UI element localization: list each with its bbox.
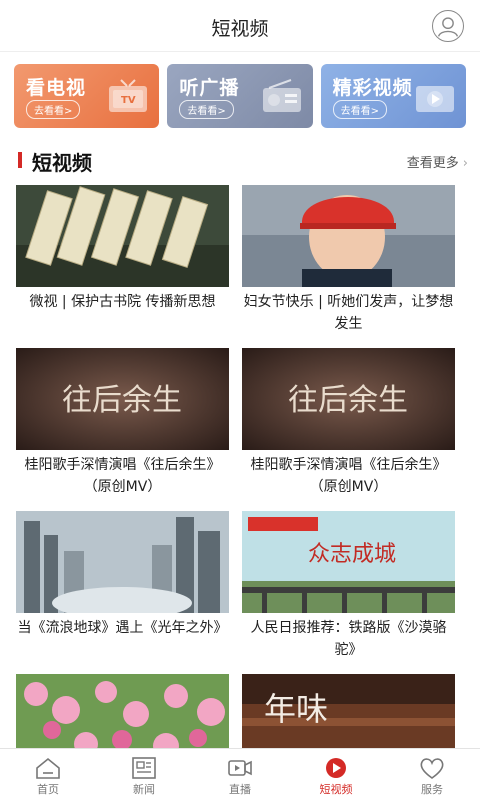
tab-label: 服务 [421, 783, 443, 796]
video-title: 当《流浪地球》遇上《光年之外》 [17, 620, 228, 636]
tab-label: 直播 [229, 783, 251, 796]
card-title: 听广播 [179, 77, 240, 99]
tab-news[interactable]: 新闻 [96, 749, 192, 800]
watch-tv-card[interactable]: 看电视 去看看> TV [14, 64, 160, 128]
short-video-icon [326, 758, 346, 778]
section-accent-bar [18, 152, 22, 168]
tab-short-video[interactable]: 短视频 [288, 749, 384, 800]
card-link[interactable]: 去看看> [26, 100, 81, 119]
thumbnail-text: 众志成城 [308, 542, 396, 567]
video-title: 微视 | 保护古书院 传播新思想 [29, 294, 216, 310]
radio-icon [262, 79, 301, 112]
video-item[interactable]: 往后余生 桂阳歌手深情演唱《往后余生》（原创MV） [242, 348, 455, 498]
video-title: 桂阳歌手深情演唱《往后余生》（原创MV） [250, 457, 447, 495]
top-bar: 短视频 [0, 0, 480, 52]
video-thumbnail: 往后余生 [242, 348, 455, 450]
card-title: 精彩视频 [332, 77, 413, 99]
video-item[interactable]: 妇女节快乐 | 听她们发声，让梦想发生 [242, 185, 455, 335]
tab-label: 新闻 [133, 783, 155, 796]
live-icon [228, 760, 252, 776]
featured-video-card[interactable]: 精彩视频 去看看> [320, 64, 466, 128]
card-link[interactable]: 去看看> [332, 100, 388, 119]
chevron-right-icon: › [462, 156, 468, 171]
page-title: 短视频 [211, 18, 269, 40]
video-item[interactable]: 当《流浪地球》遇上《光年之外》 [16, 511, 229, 639]
tab-label: 短视频 [319, 783, 353, 796]
section-title: 短视频 [32, 151, 92, 175]
user-avatar-icon[interactable] [432, 10, 464, 42]
video-thumbnail: 往后余生 [16, 348, 229, 450]
see-more-label: 查看更多 [406, 156, 459, 171]
tab-home[interactable]: 首页 [0, 749, 96, 800]
thumbnail-text: 年味 [264, 690, 328, 728]
heart-icon [420, 758, 444, 779]
home-icon [36, 757, 60, 779]
video-thumbnail [242, 185, 455, 287]
card-link[interactable]: 去看看> [179, 100, 234, 119]
video-title: 桂阳歌手深情演唱《往后余生》（原创MV） [24, 457, 221, 495]
tab-live[interactable]: 直播 [192, 749, 288, 800]
video-thumbnail [16, 185, 229, 287]
video-title: 人民日报推荐：铁路版《沙漠骆驼》 [250, 620, 447, 658]
video-title: 妇女节快乐 | 听她们发声，让梦想发生 [243, 294, 454, 332]
video-item[interactable]: 微视 | 保护古书院 传播新思想 [16, 185, 229, 313]
thumbnail-text: 往后余生 [62, 383, 182, 418]
bottom-tab-bar: 首页 新闻 直播 短视频 服务 [0, 748, 480, 800]
video-icon [415, 86, 454, 112]
video-item[interactable]: 往后余生 桂阳歌手深情演唱《往后余生》（原创MV） [16, 348, 229, 498]
card-title: 看电视 [26, 77, 87, 99]
news-icon [132, 757, 156, 779]
thumbnail-text: 往后余生 [288, 383, 408, 418]
see-more-link[interactable]: 查看更多 › [407, 152, 468, 171]
section-header: 短视频 查看更多 › [18, 146, 468, 175]
video-thumbnail: 众志成城 [242, 511, 455, 613]
listen-radio-card[interactable]: 听广播 去看看> [167, 64, 313, 128]
video-item[interactable]: 众志成城 人民日报推荐：铁路版《沙漠骆驼》 [242, 511, 455, 661]
svg-text:TV: TV [121, 95, 136, 106]
entry-cards: 看电视 去看看> TV 听广播 去看看> 精彩视频 去看看> [14, 64, 466, 128]
tv-icon: TV [109, 79, 148, 112]
video-thumbnail [16, 511, 229, 613]
tab-service[interactable]: 服务 [384, 749, 480, 800]
tab-label: 首页 [37, 783, 59, 796]
